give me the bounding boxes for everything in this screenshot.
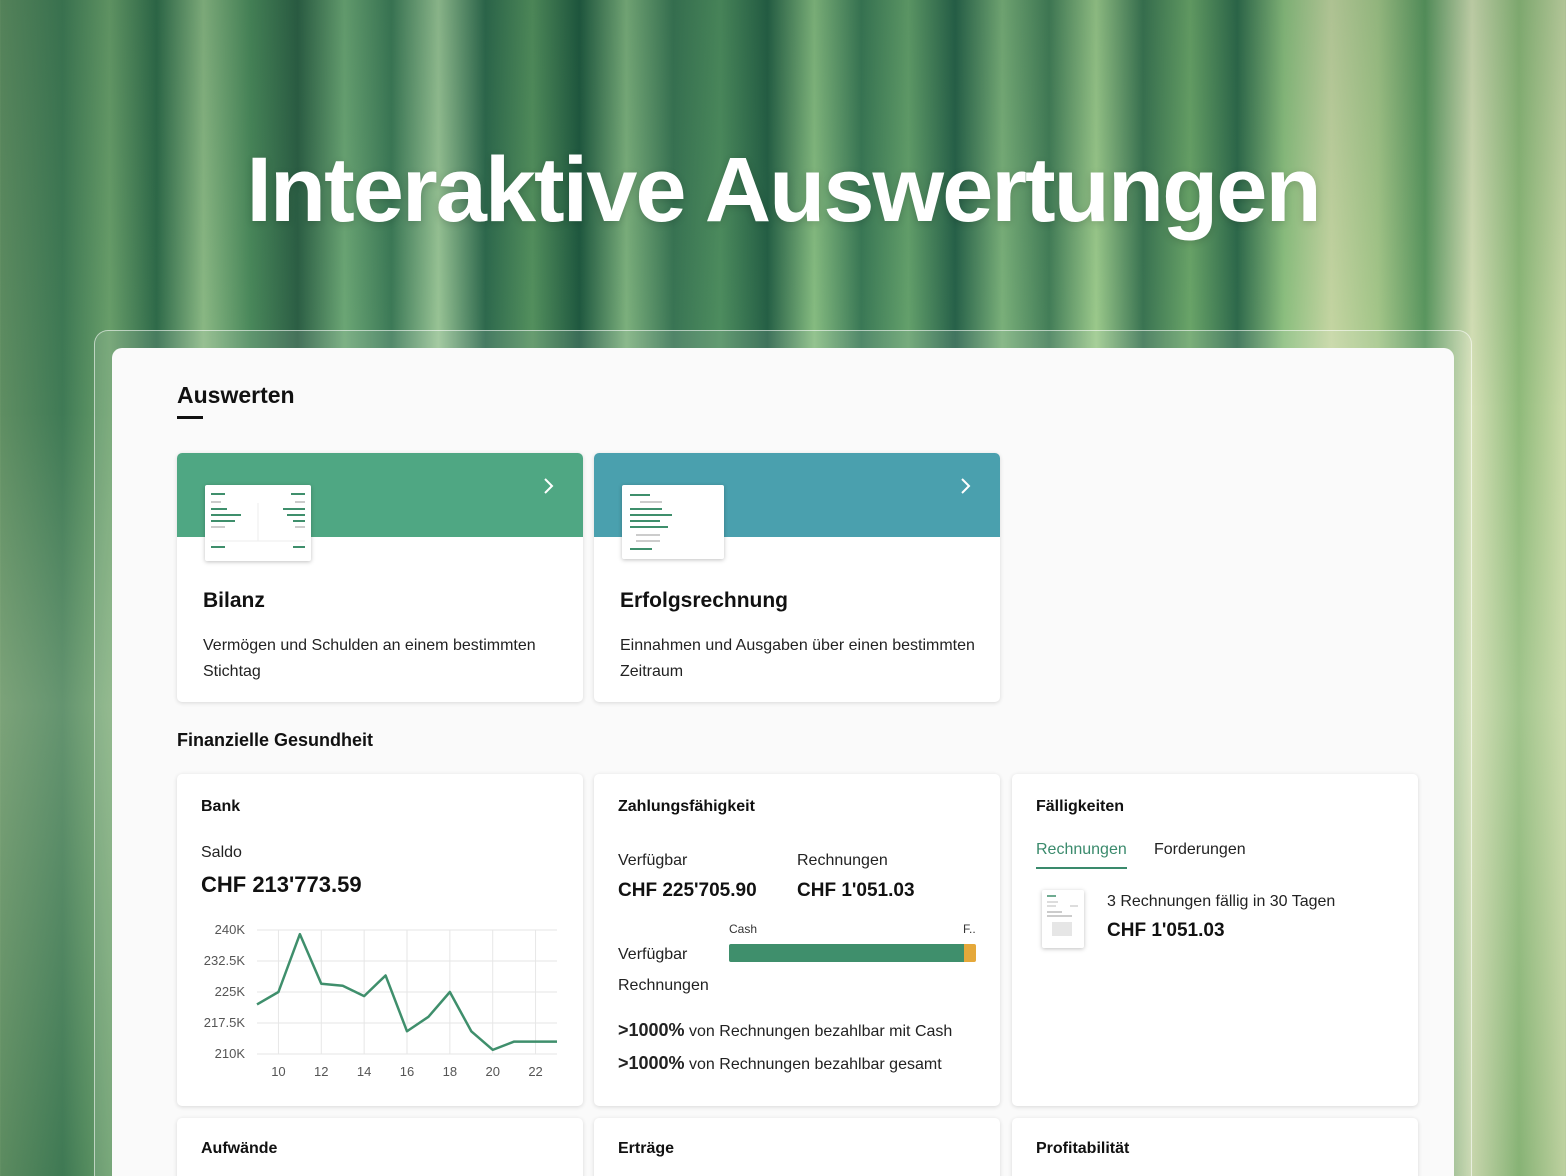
saldo-value: CHF 213'773.59 [201, 872, 362, 897]
coverage-total-text: von Rechnungen bezahlbar gesamt [689, 1056, 942, 1073]
coverage-cash-text: von Rechnungen bezahlbar mit Cash [689, 1023, 953, 1040]
expenses-title: Aufwände [201, 1140, 278, 1157]
invoices-label: Rechnungen [797, 852, 888, 869]
saldo-label: Saldo [201, 844, 242, 861]
hero-title: Interaktive Auswertungen [246, 139, 1321, 241]
report-card-title: Bilanz [203, 589, 265, 612]
revenue-title: Erträge [618, 1140, 675, 1157]
due-item-value: CHF 1'051.03 [1107, 920, 1225, 941]
invoice-document-icon [1042, 890, 1084, 948]
report-card-erfolgsrechnung[interactable]: Erfolgsrechnung Einnahmen und Ausgaben ü… [594, 453, 1000, 702]
chart-ytick-label: 210K [215, 1046, 246, 1061]
balance-sheet-thumbnail-icon [205, 485, 311, 561]
report-card-description: Vermögen und Schulden an einem bestimmte… [203, 637, 536, 680]
section-title-underline [177, 416, 203, 419]
expenses-widget[interactable]: Aufwände [177, 1118, 583, 1176]
report-card-bilanz[interactable]: Bilanz Vermögen und Schulden an einem be… [177, 453, 583, 702]
chart-xtick-label: 16 [400, 1064, 414, 1079]
chart-xtick-label: 10 [271, 1064, 285, 1079]
available-label: Verfügbar [618, 852, 688, 869]
chart-ytick-label: 240K [215, 924, 246, 937]
chart-xtick-label: 14 [357, 1064, 371, 1079]
chart-ytick-label: 225K [215, 984, 246, 999]
f-bar-segment [963, 944, 976, 962]
bank-widget[interactable]: Bank Saldo CHF 213'773.59 240K 232.5K 225K… [177, 774, 583, 1106]
profitability-title: Profitabilität [1036, 1140, 1130, 1157]
chart-xtick-label: 22 [528, 1064, 542, 1079]
report-card-title: Erfolgsrechnung [620, 589, 789, 612]
bar-label-f: F.. [963, 922, 976, 936]
section-title: Auswerten [177, 382, 295, 408]
coverage-cash-row: >1000% von Rechnungen bezahlbar mit Cash [618, 1020, 952, 1041]
solvency-widget[interactable]: Zahlungsfähigkeit Verfügbar CHF 225'705.… [594, 774, 1000, 1106]
chart-xtick-label: 18 [443, 1064, 457, 1079]
chart-ytick-label: 217.5K [204, 1015, 246, 1030]
chart-xtick-label: 12 [314, 1064, 328, 1079]
available-bar [729, 944, 976, 962]
available-value: CHF 225'705.90 [618, 880, 757, 901]
coverage-total-row: >1000% von Rechnungen bezahlbar gesamt [618, 1053, 942, 1074]
bank-balance-chart: 240K 232.5K 225K 217.5K 210K 10 12 14 16 18 20 22 [204, 924, 557, 1079]
solvency-title: Zahlungsfähigkeit [618, 798, 755, 815]
bank-title: Bank [201, 798, 241, 815]
chart-xtick-label: 20 [485, 1064, 499, 1079]
due-dates-widget[interactable]: Fälligkeiten Rechnungen Forderungen 3 Re… [1012, 774, 1418, 1106]
tab-forderungen[interactable]: Forderungen [1154, 841, 1246, 867]
chart-ytick-label: 232.5K [204, 953, 246, 968]
due-item-text: 3 Rechnungen fällig in 30 Tagen [1107, 893, 1336, 910]
coverage-total-percent: >1000% [618, 1053, 685, 1073]
cash-bar-segment [729, 944, 964, 962]
main-panel: Auswerten Bilanz Vermögen und Schulden a… [112, 348, 1454, 1176]
row-available-label: Verfügbar [618, 946, 688, 963]
income-statement-thumbnail-icon [622, 485, 724, 559]
due-dates-title: Fälligkeiten [1036, 798, 1125, 815]
chevron-right-icon [961, 478, 971, 494]
bar-label-cash: Cash [729, 922, 758, 936]
financial-health-title: Finanzielle Gesundheit [177, 730, 374, 750]
invoices-value: CHF 1'051.03 [797, 880, 915, 901]
chevron-right-icon [544, 478, 554, 494]
coverage-cash-percent: >1000% [618, 1020, 685, 1040]
row-invoices-label: Rechnungen [618, 977, 709, 994]
revenue-widget[interactable]: Erträge [594, 1118, 1000, 1176]
report-card-description: Einnahmen und Ausgaben über einen bestim… [620, 637, 975, 680]
tab-rechnungen[interactable]: Rechnungen [1036, 841, 1127, 869]
profitability-widget[interactable]: Profitabilität [1012, 1118, 1418, 1176]
